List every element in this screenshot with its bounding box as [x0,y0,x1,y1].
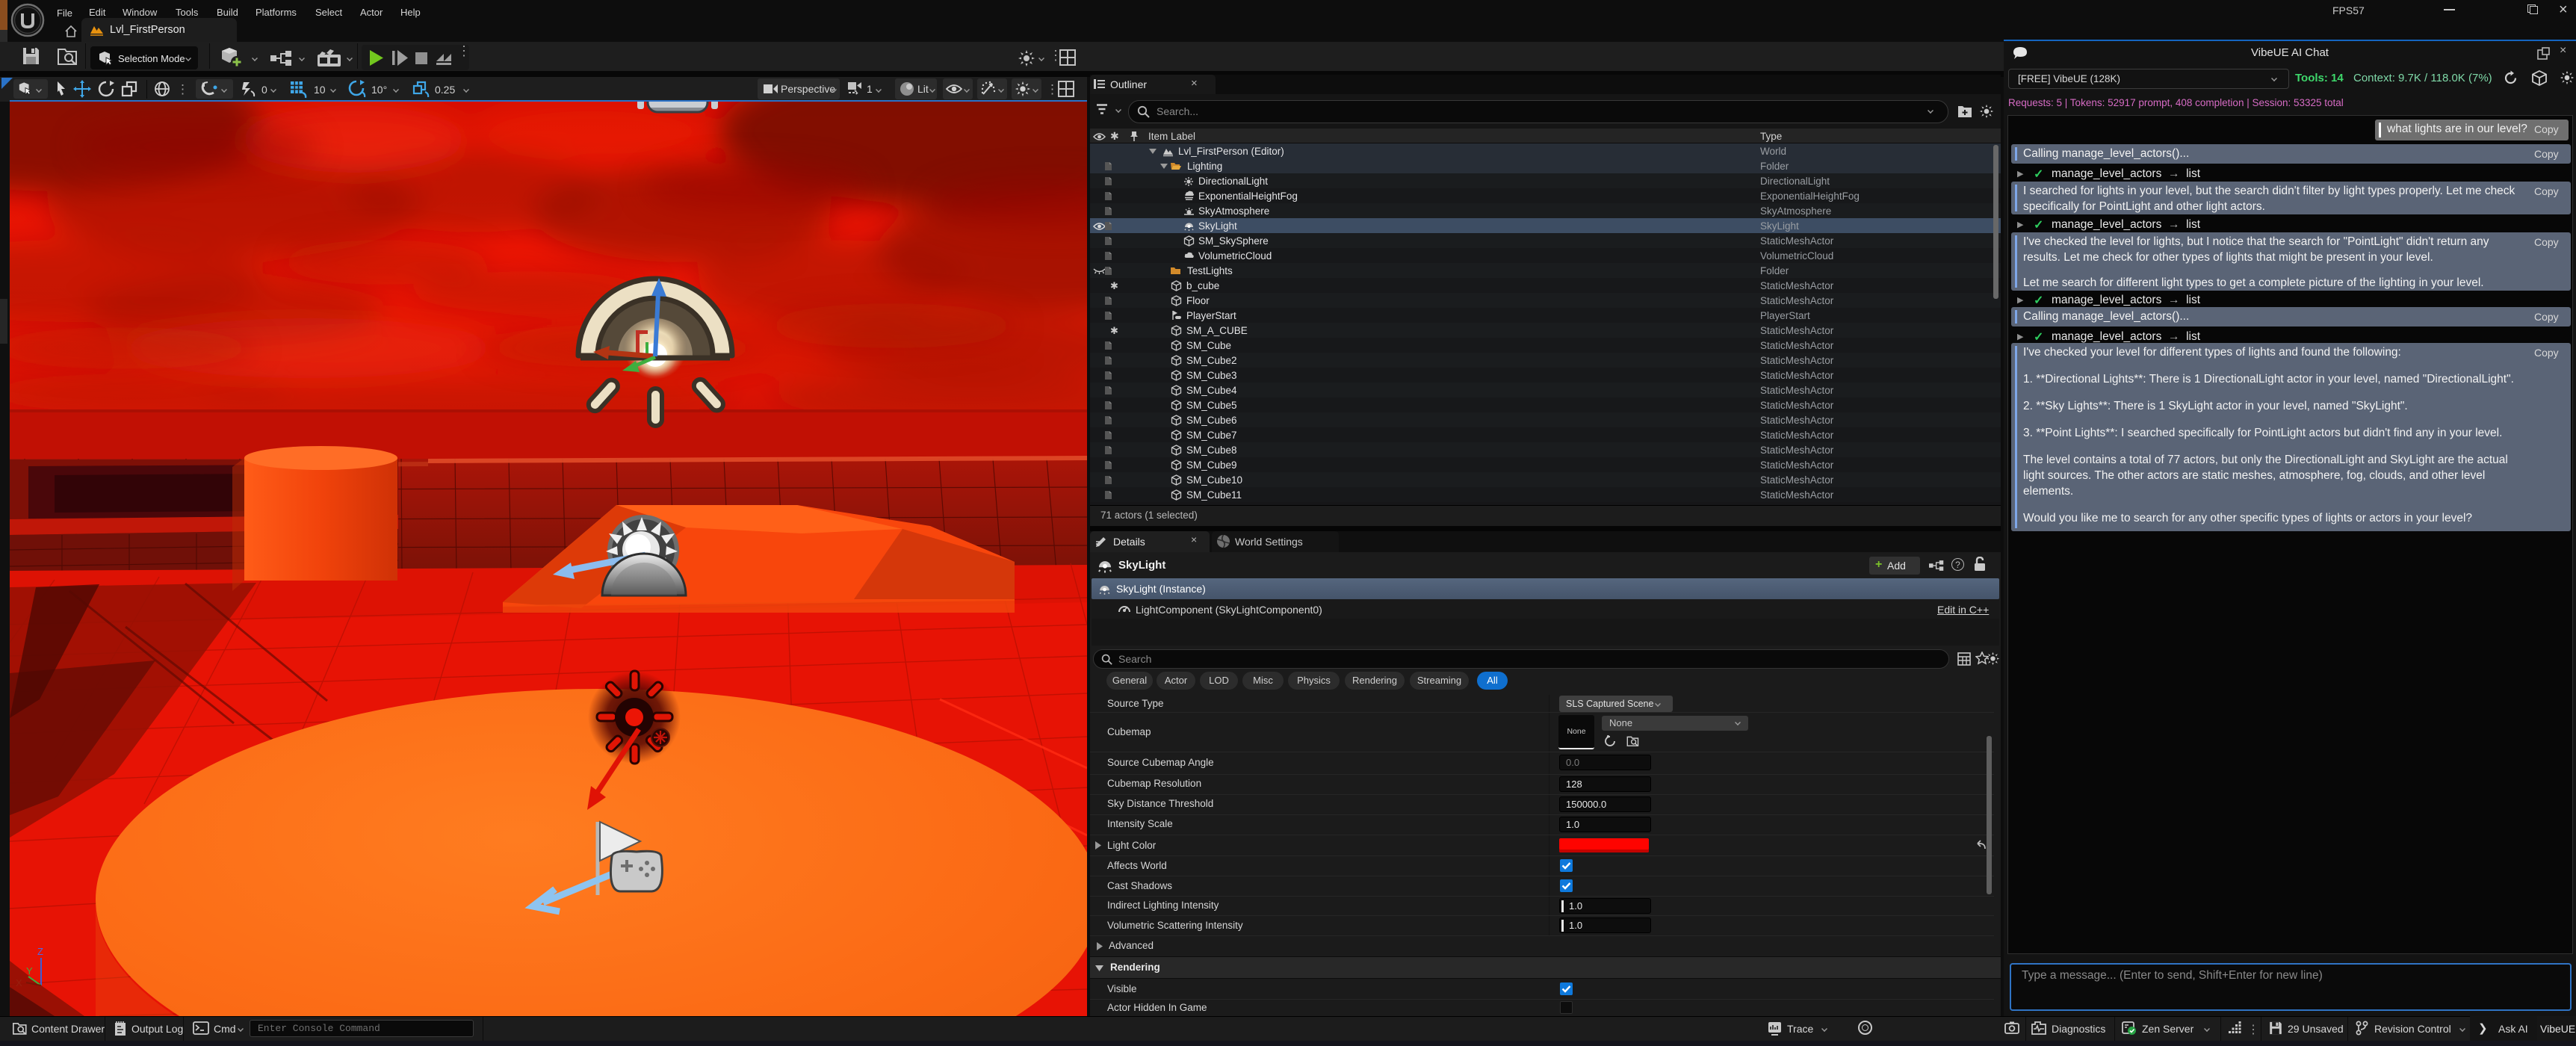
svg-text:Y: Y [26,965,33,977]
svg-text:X: X [16,977,22,988]
svg-text:Z: Z [37,946,43,957]
